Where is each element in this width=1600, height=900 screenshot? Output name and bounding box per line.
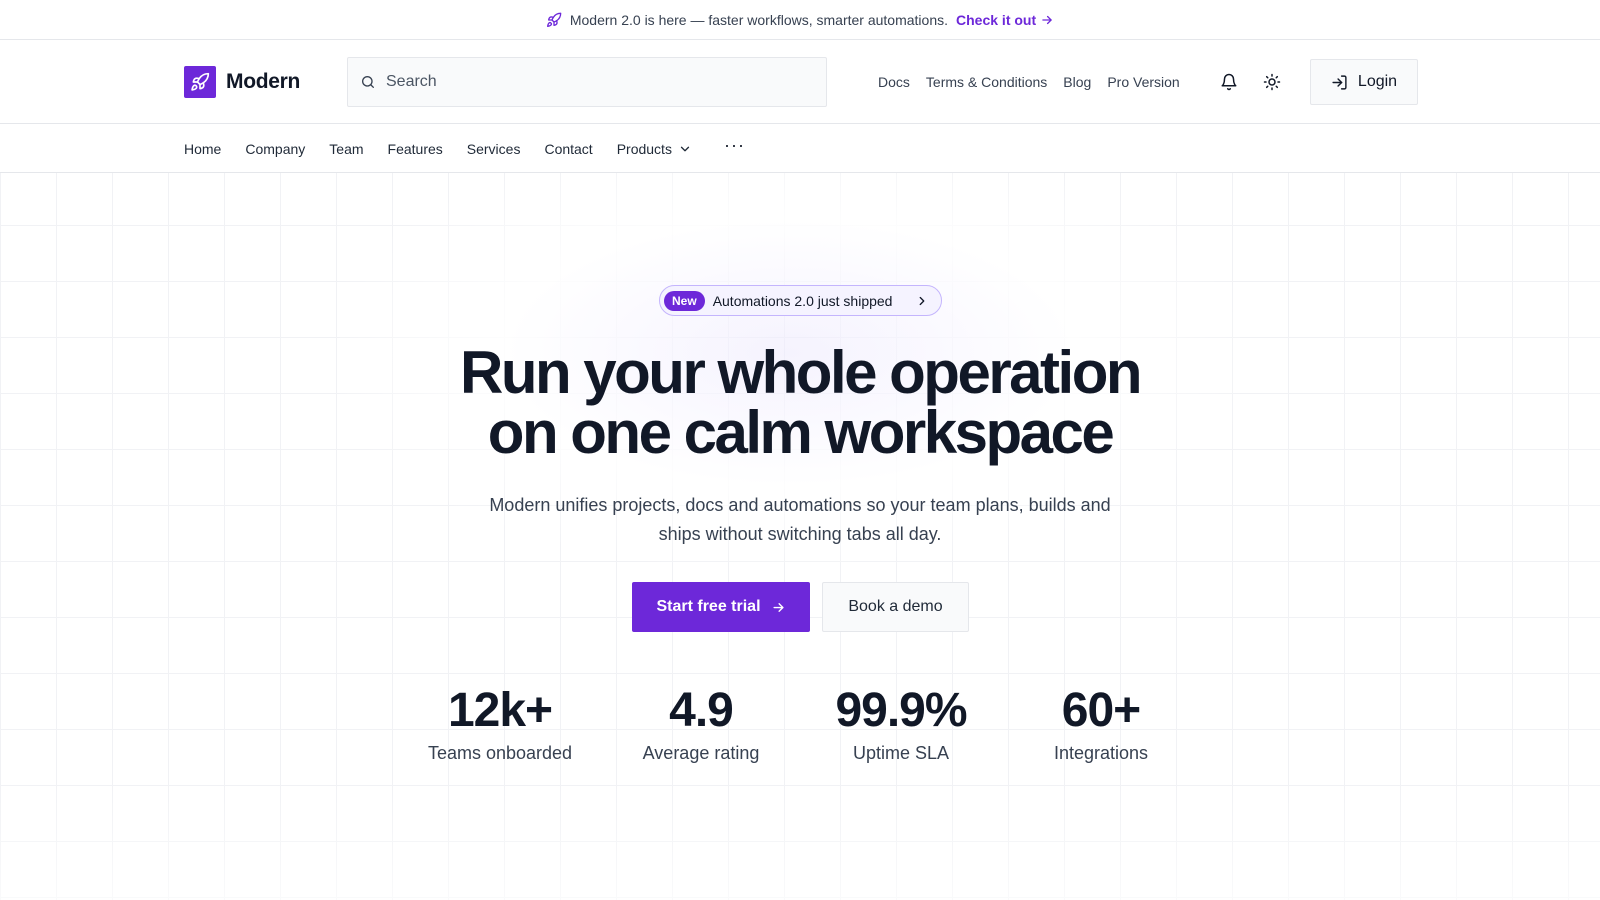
hero-fade bbox=[0, 780, 1600, 900]
stat-label: Average rating bbox=[642, 743, 760, 763]
site-header: Modern Docs Terms & Conditions Blog Pro … bbox=[0, 40, 1600, 124]
stat-uptime: 99.9% Uptime SLA bbox=[806, 683, 996, 764]
header-link-terms[interactable]: Terms & Conditions bbox=[926, 74, 1047, 90]
login-icon bbox=[1331, 74, 1348, 91]
book-demo-button[interactable]: Book a demo bbox=[822, 582, 969, 632]
stat-integrations: 60+ Integrations bbox=[1006, 683, 1196, 764]
search-box[interactable] bbox=[347, 57, 827, 107]
nav-item-team[interactable]: Team bbox=[329, 141, 363, 157]
brand-logo[interactable]: Modern bbox=[184, 66, 300, 98]
subtitle-line-2: ships without switching tabs all day. bbox=[658, 524, 942, 544]
new-badge: New bbox=[664, 290, 705, 311]
stat-rating: 4.9 Average rating bbox=[606, 683, 796, 764]
nav-item-home[interactable]: Home bbox=[184, 141, 221, 157]
stat-value: 60+ bbox=[1061, 684, 1141, 737]
nav-item-features[interactable]: Features bbox=[388, 141, 443, 157]
arrow-right-icon bbox=[1040, 13, 1054, 27]
pill-text: Automations 2.0 just shipped bbox=[712, 292, 893, 309]
hero-subtitle: Modern unifies projects, docs and automa… bbox=[0, 491, 1600, 549]
nav-item-contact[interactable]: Contact bbox=[544, 141, 592, 157]
hero-headline: Run your whole operation on one calm wor… bbox=[0, 343, 1600, 463]
search-icon bbox=[360, 74, 376, 90]
stat-label: Teams onboarded bbox=[427, 743, 573, 763]
brand-name: Modern bbox=[226, 70, 301, 93]
stat-teams: 12k+ Teams onboarded bbox=[405, 683, 595, 764]
start-trial-button[interactable]: Start free trial bbox=[632, 582, 810, 632]
header-link-docs[interactable]: Docs bbox=[878, 74, 910, 90]
search-input[interactable] bbox=[386, 73, 806, 91]
announcement-bar: Modern 2.0 is here — faster workflows, s… bbox=[0, 0, 1600, 40]
stat-value: 12k+ bbox=[447, 684, 553, 737]
book-demo-label: Book a demo bbox=[848, 598, 943, 615]
hero-section: New Automations 2.0 just shipped Run you… bbox=[0, 173, 1600, 900]
header-links: Docs Terms & Conditions Blog Pro Version bbox=[878, 40, 1180, 124]
nav-item-company[interactable]: Company bbox=[245, 141, 305, 157]
stat-value: 4.9 bbox=[669, 684, 734, 737]
rocket-icon bbox=[546, 12, 562, 28]
announcement-pill[interactable]: New Automations 2.0 just shipped bbox=[659, 285, 942, 316]
headline-line-2: on one calm workspace bbox=[487, 399, 1115, 466]
arrow-right-icon bbox=[771, 600, 786, 615]
header-link-blog[interactable]: Blog bbox=[1063, 74, 1091, 90]
announcement-link[interactable]: Check it out bbox=[956, 12, 1054, 28]
sun-icon[interactable] bbox=[1260, 70, 1284, 94]
subtitle-line-1: Modern unifies projects, docs and automa… bbox=[489, 495, 1111, 515]
stat-value: 99.9% bbox=[835, 684, 967, 737]
bell-icon[interactable] bbox=[1217, 70, 1241, 94]
headline-line-1: Run your whole operation bbox=[459, 339, 1143, 406]
nav-item-services[interactable]: Services bbox=[467, 141, 521, 157]
chevron-down-icon bbox=[678, 142, 692, 156]
stat-label: Integrations bbox=[1053, 743, 1149, 763]
header-link-pro[interactable]: Pro Version bbox=[1107, 74, 1179, 90]
nav-item-products[interactable]: Products bbox=[617, 141, 692, 157]
nav-item-products-label: Products bbox=[616, 140, 672, 157]
start-trial-label: Start free trial bbox=[656, 598, 761, 615]
login-button[interactable]: Login bbox=[1310, 59, 1418, 105]
more-menu-button[interactable]: ··· bbox=[724, 136, 745, 154]
announcement-text: Modern 2.0 is here — faster workflows, s… bbox=[569, 11, 949, 28]
rocket-icon bbox=[184, 66, 216, 98]
stat-label: Uptime SLA bbox=[852, 743, 950, 763]
login-label: Login bbox=[1357, 73, 1398, 90]
announcement-link-label: Check it out bbox=[956, 11, 1037, 28]
chevron-right-icon bbox=[915, 294, 929, 308]
main-nav: Home Company Team Features Services Cont… bbox=[0, 124, 1600, 173]
